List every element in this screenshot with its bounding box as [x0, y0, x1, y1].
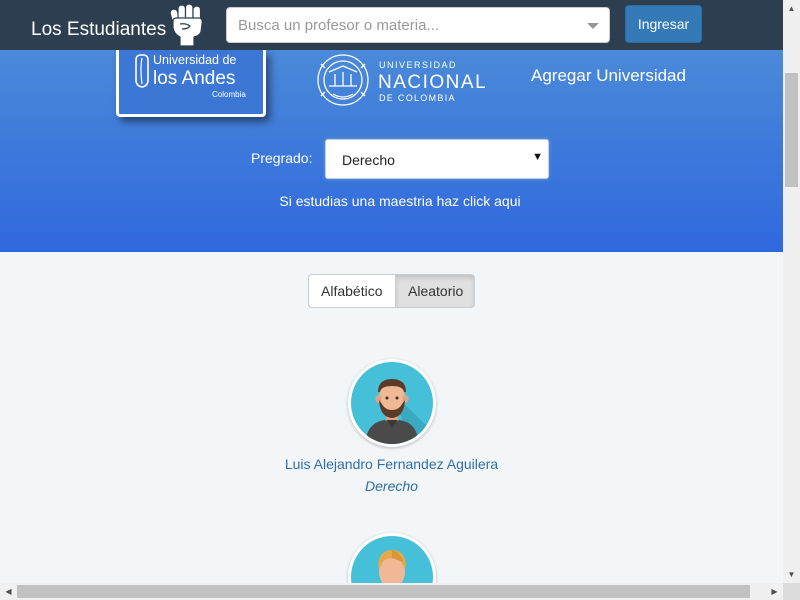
- blond-man-avatar-icon: [351, 536, 433, 583]
- raised-fist-icon: [169, 3, 203, 47]
- pregrado-select[interactable]: Derecho ▼: [325, 139, 549, 179]
- site-brand[interactable]: Los Estudiantes: [31, 19, 166, 41]
- unal-shield-icon: [317, 54, 369, 106]
- hero-banner: Universidad de los Andes Colombia UNIVER…: [0, 50, 783, 252]
- unal-line2: NACIONAL: [378, 72, 485, 93]
- professor-program: Derecho: [365, 478, 418, 494]
- unal-logo[interactable]: UNIVERSIDAD NACIONAL DE COLOMBIA: [315, 50, 485, 112]
- search-input[interactable]: [227, 8, 567, 42]
- vertical-scroll-thumb[interactable]: [785, 73, 798, 187]
- dropdown-arrow-icon[interactable]: ▼: [532, 151, 543, 163]
- scroll-right-arrow-icon[interactable]: ▶: [766, 583, 783, 600]
- bearded-man-avatar-icon: [351, 362, 433, 444]
- pregrado-selected-value: Derecho: [342, 152, 395, 168]
- maestria-link[interactable]: Si estudias una maestria haz click aqui: [0, 193, 783, 209]
- scroll-left-arrow-icon[interactable]: ◀: [0, 583, 17, 600]
- vertical-scrollbar[interactable]: ▲ ▼: [783, 0, 800, 583]
- horizontal-scroll-thumb[interactable]: [17, 585, 750, 598]
- scroll-up-arrow-icon[interactable]: ▲: [783, 0, 800, 17]
- scroll-down-arrow-icon[interactable]: ▼: [783, 566, 800, 583]
- top-navbar: Los Estudiantes Ingresar: [0, 0, 783, 50]
- sort-random-button[interactable]: Aleatorio: [395, 274, 475, 308]
- sort-toggle-group: Alfabético Aleatorio: [308, 274, 475, 308]
- uniandes-logo-card[interactable]: Universidad de los Andes Colombia: [116, 50, 266, 117]
- scrollbar-corner: [783, 583, 800, 600]
- chevron-down-icon[interactable]: [587, 23, 599, 29]
- uniandes-line3: Colombia: [212, 90, 246, 99]
- professor-name-link[interactable]: Luis Alejandro Fernandez Aguilera: [0, 456, 783, 472]
- unal-line3: DE COLOMBIA: [379, 93, 456, 103]
- add-university-link[interactable]: Agregar Universidad: [531, 66, 686, 86]
- login-button[interactable]: Ingresar: [625, 5, 702, 43]
- horizontal-scrollbar[interactable]: ◀ ▶: [0, 583, 783, 600]
- pregrado-label: Pregrado:: [251, 150, 313, 166]
- professor-avatar[interactable]: [348, 533, 436, 583]
- unal-line1: UNIVERSIDAD: [379, 60, 457, 70]
- page-viewport: Los Estudiantes Ingresar Universidad de: [0, 0, 783, 583]
- sort-alphabetic-button[interactable]: Alfabético: [308, 274, 395, 308]
- professor-avatar[interactable]: [348, 359, 436, 447]
- uniandes-line2: los Andes: [153, 68, 235, 89]
- uniandes-logo-icon: Universidad de los Andes Colombia: [135, 53, 246, 99]
- uniandes-line1: Universidad de: [153, 53, 236, 67]
- search-combobox[interactable]: [226, 7, 610, 43]
